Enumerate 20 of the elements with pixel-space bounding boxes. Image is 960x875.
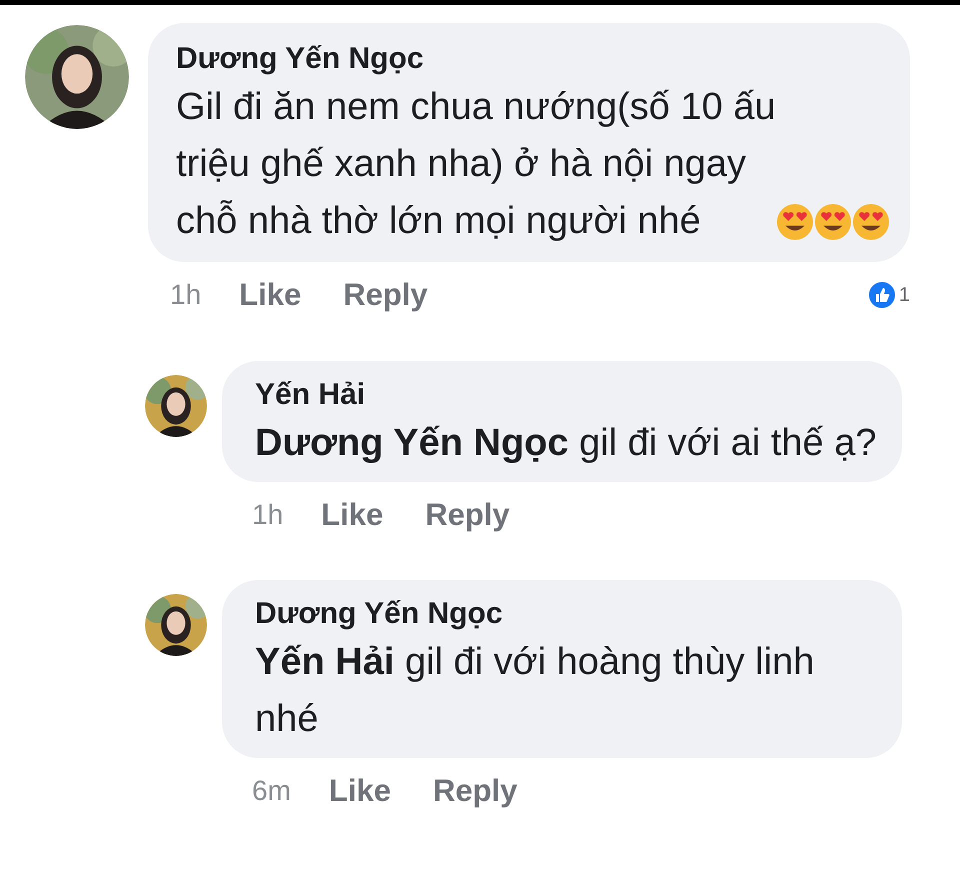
comment-action-link[interactable]: Reply xyxy=(425,492,510,538)
reaction-count: 1 xyxy=(898,283,910,308)
comment-action-link[interactable]: Like xyxy=(239,272,302,318)
comment-action-link[interactable]: Like xyxy=(321,492,384,538)
heart-eyes-emoji-icon xyxy=(852,202,890,240)
comment-text: Gil đi ăn nem chua nướng(số 10 ấu triệu ghế xanh nha) ở hà nội ngay chỗ nhà thờ lớn mọi người nhé xyxy=(176,85,776,244)
heart-eyes-emoji-icon xyxy=(776,202,814,240)
comment-time: 6m xyxy=(252,774,291,808)
comment-action-link[interactable]: Reply xyxy=(432,768,518,814)
author-name[interactable]: Dương Yến Ngọc xyxy=(255,594,878,634)
comment-text: Dương Yến Ngọc gil đi với ai thế ạ? xyxy=(255,420,877,466)
comment-text: Yến Hải gil đi với hoàng thùy linh nhé xyxy=(255,640,816,742)
author-name[interactable]: Yến Hải xyxy=(255,374,878,414)
heart-eyes-emoji-icon xyxy=(814,202,852,240)
comment-action-link[interactable]: Like xyxy=(328,768,391,814)
comment-time: 1h xyxy=(170,278,202,312)
comment-time: 1h xyxy=(252,498,284,532)
comment-action-link[interactable]: Reply xyxy=(343,272,428,318)
like-reaction-icon xyxy=(866,280,897,310)
author-name[interactable]: Dương Yến Ngọc xyxy=(176,39,890,79)
